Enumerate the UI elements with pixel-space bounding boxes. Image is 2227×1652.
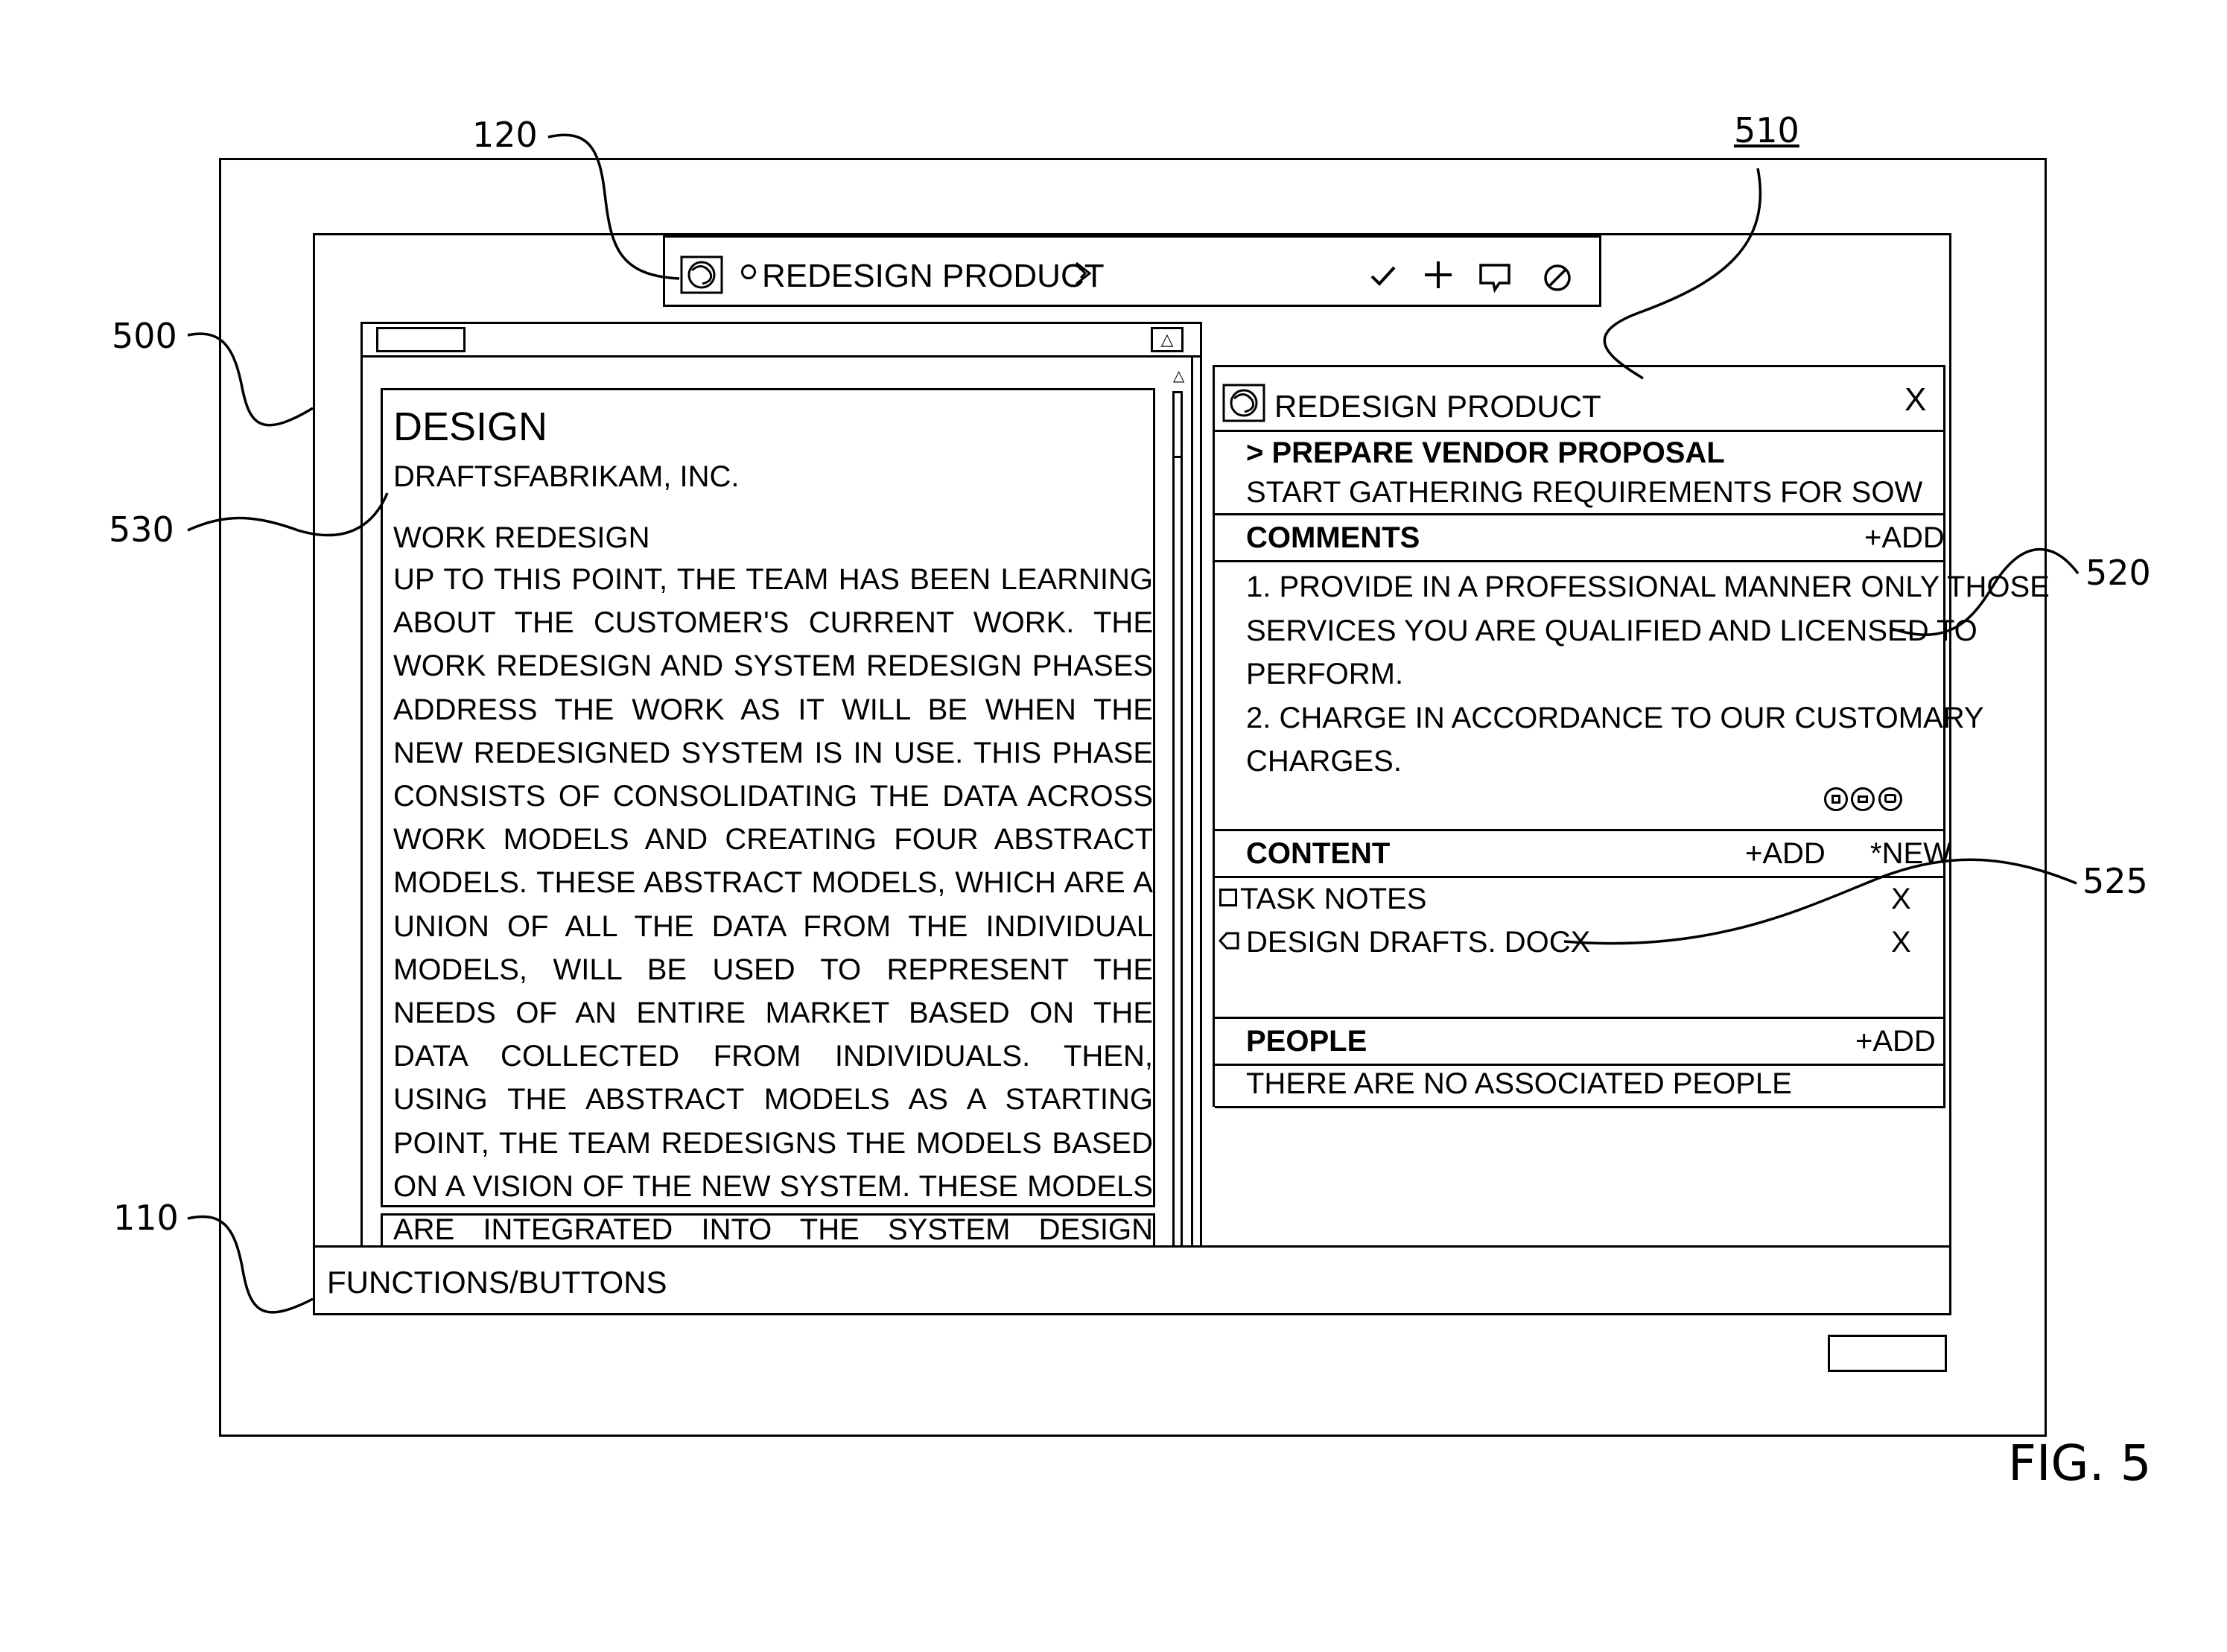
- ref-numeral-510: 510: [1734, 113, 1799, 147]
- ref-numeral-110: 110: [113, 1201, 179, 1235]
- toolbar-title: REDESIGN PRODUCT: [762, 260, 1105, 293]
- plus-icon[interactable]: [1423, 260, 1453, 293]
- content-item-label: TASK NOTES: [1240, 884, 1426, 914]
- task-description: START GATHERING REQUIREMENTS FOR SOW: [1246, 477, 1922, 507]
- comment-line: SERVICES YOU ARE QUALIFIED AND LICENSED …: [1246, 609, 1946, 653]
- comment-line: CHARGES.: [1246, 740, 1946, 784]
- comments-heading: COMMENTS: [1246, 523, 1420, 553]
- swirl-logo-icon[interactable]: [1222, 384, 1265, 426]
- content-heading: CONTENT: [1246, 839, 1390, 868]
- comment-line: PERFORM.: [1246, 652, 1946, 696]
- document-titlebar: [363, 324, 1200, 358]
- document-company: DRAFTSFABRIKAM, INC.: [393, 462, 740, 492]
- people-add-button[interactable]: +ADD: [1855, 1026, 1936, 1056]
- remove-item-button[interactable]: X: [1891, 884, 1911, 914]
- content-add-button[interactable]: +ADD: [1745, 839, 1826, 868]
- scrollbar-thumb[interactable]: [1172, 391, 1183, 458]
- view-icon[interactable]: [1824, 787, 1848, 811]
- comments-add-button[interactable]: +ADD: [1864, 523, 1945, 553]
- task-panel-right-edge: [1943, 365, 1945, 1107]
- ref-numeral-120: 120: [472, 118, 538, 152]
- scrollbar-divider: [1191, 355, 1193, 1253]
- functions-bar: FUNCTIONS/BUTTONS: [313, 1245, 1951, 1315]
- task-row[interactable]: > PREPARE VENDOR PROPOSAL: [1215, 430, 1945, 471]
- task-toolbar: REDESIGN PRODUCT: [663, 235, 1601, 307]
- status-circle-icon[interactable]: [741, 264, 756, 279]
- content-new-button[interactable]: *NEW: [1870, 839, 1951, 868]
- task-panel-header: REDESIGN PRODUCT X: [1215, 367, 1945, 430]
- document-tab[interactable]: [376, 327, 466, 352]
- reply-icon[interactable]: [1878, 787, 1902, 811]
- comment-actions: [1824, 787, 1902, 815]
- task-panel: REDESIGN PRODUCT X > PREPARE VENDOR PROP…: [1213, 365, 1945, 1107]
- figure-label: FIG. 5: [2008, 1439, 2152, 1488]
- people-header: PEOPLE +ADD: [1215, 1017, 1945, 1066]
- document-title: DESIGN: [393, 407, 547, 447]
- content-item[interactable]: DESIGN DRAFTS. DOCX X: [1215, 920, 1945, 963]
- tag-icon: [1218, 930, 1240, 955]
- cancel-icon[interactable]: [1543, 263, 1572, 296]
- document-section-heading: WORK REDESIGN: [393, 523, 649, 553]
- edit-icon[interactable]: [1851, 787, 1875, 811]
- scrollbar-track[interactable]: [1172, 391, 1183, 1253]
- scroll-arrow-icon[interactable]: △: [1173, 369, 1184, 384]
- check-icon[interactable]: [1370, 264, 1397, 290]
- comments-header: COMMENTS +ADD: [1215, 513, 1945, 562]
- document-window: △ △ DESIGN DRAFTSFABRIKAM, INC. WORK RED…: [360, 322, 1202, 1251]
- task-description-row: START GATHERING REQUIREMENTS FOR SOW: [1215, 470, 1945, 512]
- content-item-label: DESIGN DRAFTS. DOCX: [1246, 927, 1590, 957]
- comment-icon[interactable]: [1478, 263, 1511, 296]
- comment-line: 2. CHARGE IN ACCORDANCE TO OUR CUSTOMARY: [1246, 696, 1946, 740]
- people-empty-row: THERE ARE NO ASSOCIATED PEOPLE: [1215, 1063, 1945, 1108]
- ref-numeral-520: 520: [2085, 556, 2151, 590]
- remove-item-button[interactable]: X: [1891, 927, 1911, 957]
- close-button[interactable]: X: [1904, 384, 1926, 416]
- task-panel-title: REDESIGN PRODUCT: [1274, 391, 1601, 422]
- device-button[interactable]: [1828, 1335, 1947, 1372]
- scroll-up-button[interactable]: △: [1151, 327, 1184, 352]
- comment-line: 1. PROVIDE IN A PROFESSIONAL MANNER ONLY…: [1246, 565, 1946, 609]
- ref-numeral-525: 525: [2083, 864, 2148, 898]
- swirl-logo-icon[interactable]: [680, 255, 723, 298]
- ref-numeral-500: 500: [112, 319, 177, 353]
- comments-list: 1. PROVIDE IN A PROFESSIONAL MANNER ONLY…: [1246, 565, 1946, 784]
- people-heading: PEOPLE: [1246, 1026, 1367, 1056]
- people-empty-message: THERE ARE NO ASSOCIATED PEOPLE: [1246, 1069, 1792, 1099]
- ref-numeral-530: 530: [109, 512, 174, 547]
- content-header: CONTENT +ADD *NEW: [1215, 829, 1945, 878]
- document-body: UP TO THIS POINT, THE TEAM HAS BEEN LEAR…: [393, 558, 1153, 1294]
- note-icon: [1219, 889, 1237, 906]
- content-item[interactable]: TASK NOTES X: [1215, 877, 1945, 920]
- task-title: > PREPARE VENDOR PROPOSAL: [1246, 438, 1725, 468]
- document-page: DESIGN DRAFTSFABRIKAM, INC. WORK REDESIG…: [381, 388, 1155, 1207]
- expand-diamond-icon[interactable]: [1072, 260, 1094, 290]
- functions-bar-label[interactable]: FUNCTIONS/BUTTONS: [327, 1267, 667, 1298]
